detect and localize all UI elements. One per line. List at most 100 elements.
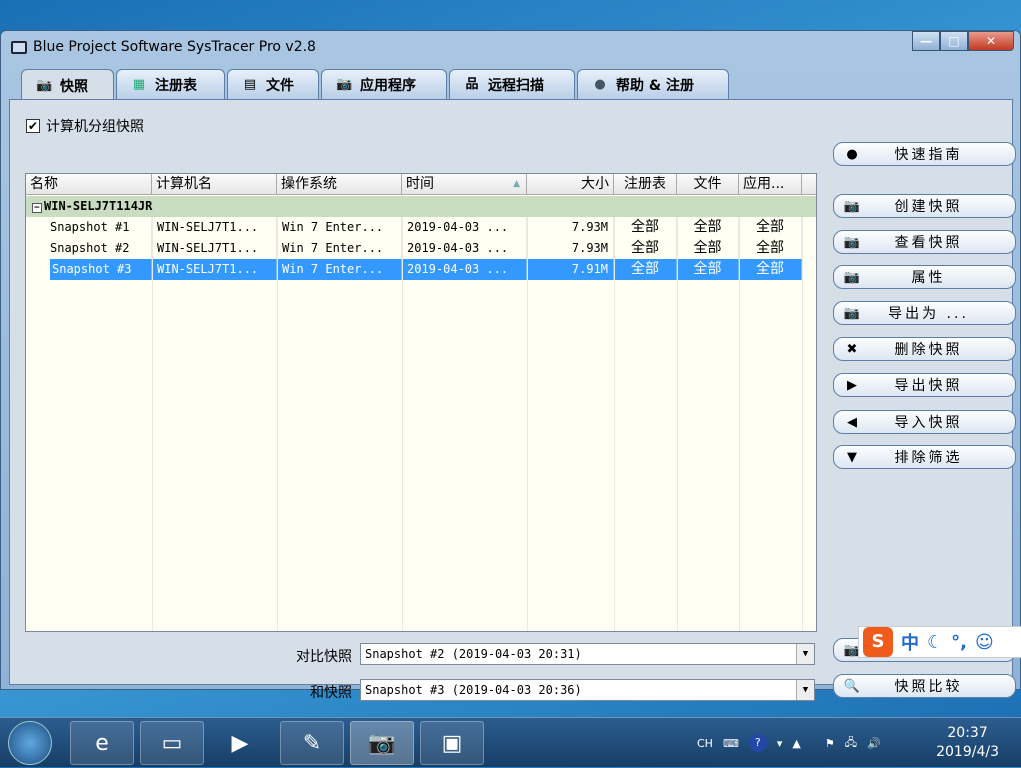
moon-icon[interactable]: ☾ [927,632,943,653]
cell-注册表: 全部 [614,217,677,238]
compare-snapshot-select[interactable]: Snapshot #2 (2019-04-03 20:31) ▼ [360,643,815,665]
side-button-label: 删除快照 [894,342,963,358]
emoji-icon[interactable]: ☺ [975,632,994,653]
cell-操作系统: Win 7 Enter... [277,259,402,280]
tab-label: 应用程序 [360,77,416,94]
snapshot-panel: ✔ 计算机分组快照 名称 计算机名 操作系统 时间 ▲ 大小 注册表 文件 应用.… [9,99,1016,701]
side-button-view-snapshot[interactable]: 📷 查看快照 [833,230,1016,254]
cell-计算机名: WIN-SELJ7T1... [152,217,277,238]
col-computer[interactable]: 计算机名 [152,174,277,194]
side-button-label: 排除筛选 [894,450,963,466]
volume-icon[interactable]: 🔊 [867,737,881,750]
action-center-icon[interactable]: ⚑ [825,737,835,750]
col-name[interactable]: 名称 [26,174,152,194]
dropdown-arrow-icon[interactable]: ▼ [796,680,814,700]
col-registry[interactable]: 注册表 [614,174,677,194]
list-header: 名称 计算机名 操作系统 时间 ▲ 大小 注册表 文件 应用... [26,174,816,195]
clock[interactable]: 20:37 2019/4/3 [936,724,999,762]
taskbar-notepad-icon[interactable]: ✎ [280,721,344,765]
checkbox-label: 计算机分组快照 [46,119,144,135]
cell-大小: 7.91M [527,259,614,280]
cell-文件: 全部 [677,217,739,238]
ime-tray-icon[interactable]: ▾ [777,737,783,750]
cell-文件: 全部 [677,259,739,280]
side-button-properties[interactable]: 📷 属性 [833,265,1016,289]
side-button-import-snapshot[interactable]: ◀ 导入快照 [833,410,1016,434]
network-icon[interactable]: 🖧 [845,734,857,753]
checkbox-box[interactable]: ✔ [26,119,40,133]
title-bar[interactable]: Blue Project Software SysTracer Pro v2.8 [1,31,1020,63]
view-snapshot-icon: 📷 [843,234,861,250]
cell-注册表: 全部 [614,259,677,280]
col-apps[interactable]: 应用... [739,174,802,194]
cell-文件: 全部 [677,238,739,259]
side-button-export-snapshot[interactable]: ▶ 导出快照 [833,373,1016,397]
help-tray-icon[interactable]: ? [748,734,767,752]
col-files[interactable]: 文件 [677,174,739,194]
export-as-icon: 📷 [843,305,861,321]
keyboard-icon[interactable]: ⌨ [723,737,739,750]
col-time[interactable]: 时间 ▲ [402,174,527,194]
group-label: WIN-SELJ7T114JR [44,199,153,213]
table-row[interactable]: Snapshot #2 WIN-SELJ7T1... Win 7 Enter... 2… [26,238,816,259]
registry-icon: ▦ [132,76,146,92]
taskbar-systracer-icon[interactable]: 📷 [350,721,414,765]
cell-名称: Snapshot #2 [26,238,152,259]
filter-icon: ▼ [847,449,857,465]
dropdown-arrow-icon[interactable]: ▼ [796,644,814,664]
taskbar-ie-icon[interactable]: e [70,721,134,765]
tab-help-register[interactable]: ● 帮助 & 注册 [577,69,729,99]
tab-label: 快照 [60,78,88,95]
side-button-export-as[interactable]: 📷 导出为 ... [833,301,1016,325]
side-button-filter[interactable]: ▼ 排除筛选 [833,445,1016,469]
cell-名称: Snapshot #3 [50,259,152,280]
col-os[interactable]: 操作系统 [277,174,402,194]
col-time-label: 时间 [406,176,434,192]
cell-名称: Snapshot #1 [26,217,152,238]
app-camera-icon [11,40,27,54]
minimize-button[interactable]: — [912,31,940,51]
with-snapshot-select[interactable]: Snapshot #3 (2019-04-03 20:36) ▼ [360,679,815,701]
ime-mode[interactable]: 中 [901,629,919,655]
cell-时间: 2019-04-03 ... [402,217,527,238]
group-by-computer-checkbox[interactable]: ✔ 计算机分组快照 [26,116,144,136]
collapse-toggle-icon[interactable]: − [32,203,42,213]
cell-计算机名: WIN-SELJ7T1... [152,259,277,280]
tab-applications[interactable]: 📷 应用程序 [321,69,447,99]
system-tray: CH ⌨ ? ▾ ▲ ⚑ 🖧 🔊 [697,718,881,768]
tab-files[interactable]: ▤ 文件 [227,69,319,99]
col-size[interactable]: 大小 [527,174,614,194]
show-hidden-icons-icon[interactable]: ▲ [792,737,800,750]
side-button-label: 快速指南 [894,147,963,163]
tab-snapshots[interactable]: 📷 快照 [21,69,114,101]
camera-icon: 📷 [36,77,53,93]
sogou-logo-icon: S [863,627,893,657]
window-controls: — □ ✕ [912,31,1014,51]
side-button-camera[interactable]: 📷 创建快照 [833,194,1016,218]
cell-注册表: 全部 [614,238,677,259]
cell-操作系统: Win 7 Enter... [277,238,402,259]
side-button-delete-snapshot[interactable]: ✖ 删除快照 [833,337,1016,361]
ime-toolbar[interactable]: S 中 ☾ °, ☺ [858,626,1021,658]
taskbar-window-icon[interactable]: ▣ [420,721,484,765]
with-label: 和快照 [310,685,352,701]
close-button[interactable]: ✕ [968,31,1014,51]
help-icon: ● [594,76,606,92]
cell-操作系统: Win 7 Enter... [277,217,402,238]
table-row[interactable]: Snapshot #3 WIN-SELJ7T1... Win 7 Enter... 2… [26,259,816,280]
maximize-button[interactable]: □ [940,31,968,51]
language-indicator[interactable]: CH [697,737,713,750]
snapshot-list[interactable]: 名称 计算机名 操作系统 时间 ▲ 大小 注册表 文件 应用... − WIN-SE… [25,173,817,632]
magnifier-icon: 🔍 [843,678,861,694]
punctuation-icon[interactable]: °, [951,632,967,653]
camera-icon: 📷 [843,198,861,214]
taskbar-media-player-icon[interactable]: ▶ [208,721,272,765]
taskbar-explorer-icon[interactable]: ▭ [140,721,204,765]
side-button-help[interactable]: ● 快速指南 [833,142,1016,166]
side-button-magnifier[interactable]: 🔍 快照比较 [833,674,1016,698]
table-row[interactable]: Snapshot #1 WIN-SELJ7T1... Win 7 Enter... 2… [26,217,816,238]
group-row[interactable]: − WIN-SELJ7T114JR [26,196,816,217]
tab-registry[interactable]: ▦ 注册表 [116,69,225,99]
start-button[interactable] [8,721,52,765]
tab-remote-scan[interactable]: 品远程扫描 [449,69,575,99]
